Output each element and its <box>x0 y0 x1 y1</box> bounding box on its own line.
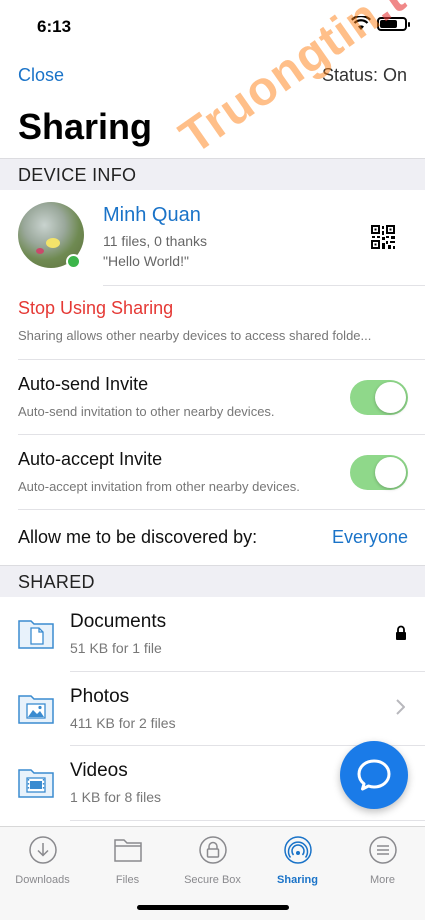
section-header-label: SHARED <box>18 572 95 592</box>
tab-sharing[interactable]: Sharing <box>255 833 340 893</box>
section-header-label: DEVICE INFO <box>18 165 137 185</box>
section-header-shared: SHARED <box>0 565 425 597</box>
videos-folder-icon <box>18 769 54 798</box>
auto-send-invite-title: Auto-send Invite <box>18 374 149 394</box>
qr-code-icon[interactable] <box>371 225 395 249</box>
online-status-dot <box>66 254 81 269</box>
documents-folder-icon <box>18 620 54 649</box>
device-status-message: "Hello World!" <box>103 253 189 269</box>
folder-icon <box>114 839 142 862</box>
folder-size: 51 KB for 1 file <box>70 640 162 656</box>
lock-icon <box>396 625 406 640</box>
home-indicator[interactable] <box>137 905 289 910</box>
folder-name: Documents <box>70 611 167 632</box>
menu-icon <box>369 836 397 864</box>
tab-files[interactable]: Files <box>85 833 170 893</box>
lock-icon <box>199 836 227 864</box>
divider <box>70 820 425 821</box>
close-button[interactable]: Close <box>18 65 64 86</box>
auto-send-invite-row: Auto-send Invite Auto-send invitation to… <box>0 360 425 434</box>
discoverable-by-label: Allow me to be discovered by: <box>18 527 258 547</box>
auto-accept-invite-toggle[interactable] <box>350 455 408 490</box>
auto-send-invite-toggle[interactable] <box>350 380 408 415</box>
folder-size: 1 KB for 8 files <box>70 789 162 805</box>
folder-size: 411 KB for 2 files <box>70 715 176 731</box>
tab-label: Files <box>115 874 140 886</box>
nav-bar: Close Status: On <box>0 60 425 92</box>
shared-folder-documents[interactable]: Documents 51 KB for 1 file <box>0 597 425 672</box>
discoverable-by-value[interactable]: Everyone <box>332 527 408 548</box>
tab-downloads[interactable]: Downloads <box>0 833 85 893</box>
download-icon <box>29 836 57 864</box>
status-time: 6:13 <box>37 17 72 36</box>
section-header-device-info: DEVICE INFO <box>0 158 425 190</box>
page-title: Sharing <box>18 106 153 147</box>
stop-sharing-button[interactable]: Stop Using Sharing <box>18 298 173 319</box>
tab-label: Secure Box <box>184 874 241 886</box>
chevron-right-icon <box>396 699 405 715</box>
tab-label: Downloads <box>15 874 70 886</box>
chat-fab-button[interactable] <box>340 741 408 809</box>
tab-secure-box[interactable]: Secure Box <box>170 833 255 893</box>
auto-send-invite-description: Auto-send invitation to other nearby dev… <box>18 404 275 419</box>
folder-name: Photos <box>70 686 130 707</box>
auto-accept-invite-title: Auto-accept Invite <box>18 449 163 469</box>
device-info-row[interactable]: Minh Quan 11 files, 0 thanks "Hello Worl… <box>0 190 425 286</box>
tab-more[interactable]: More <box>340 833 425 893</box>
tab-label: Sharing <box>277 874 318 886</box>
auto-accept-invite-description: Auto-accept invitation from other nearby… <box>18 479 300 494</box>
chat-bubble-icon <box>357 759 391 791</box>
device-stats: 11 files, 0 thanks <box>103 233 208 249</box>
photos-folder-icon <box>18 695 54 724</box>
auto-accept-invite-row: Auto-accept Invite Auto-accept invitatio… <box>0 435 425 509</box>
tab-label: More <box>369 874 396 886</box>
discoverable-by-row[interactable]: Allow me to be discovered by: Everyone <box>0 510 425 565</box>
folder-name: Videos <box>70 760 128 781</box>
shared-folder-photos[interactable]: Photos 411 KB for 2 files <box>0 672 425 747</box>
stop-sharing-row[interactable]: Stop Using Sharing Sharing allows other … <box>0 286 425 360</box>
signal-icon <box>284 836 312 864</box>
device-name[interactable]: Minh Quan <box>103 204 201 227</box>
stop-sharing-description: Sharing allows other nearby devices to a… <box>18 328 372 343</box>
